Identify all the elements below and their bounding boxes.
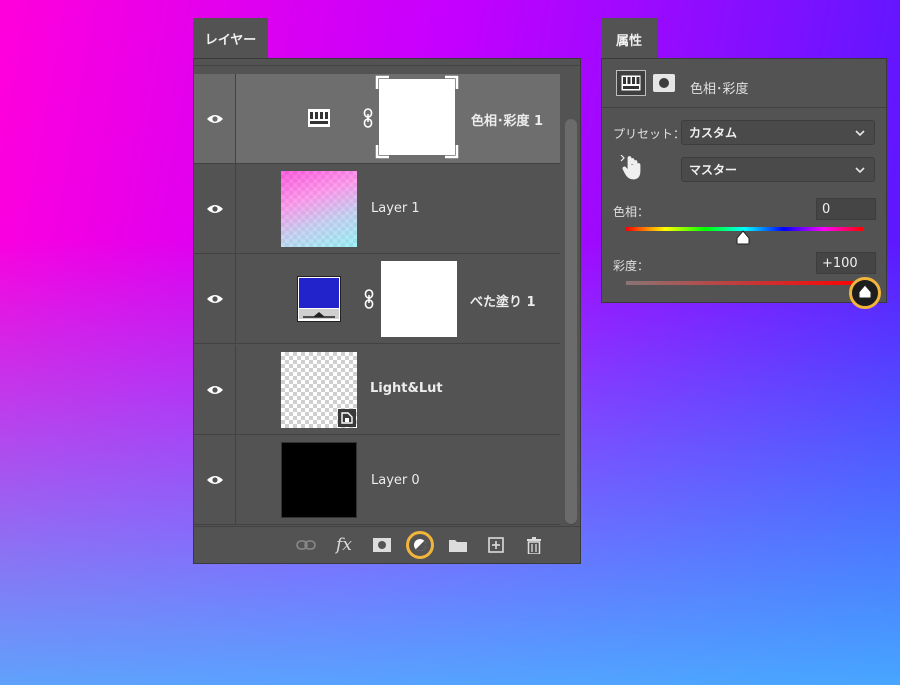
hand-scrubby-icon <box>620 154 641 180</box>
visibility-toggle[interactable] <box>194 345 236 434</box>
layer-content: 色相･彩度 1 <box>236 74 560 163</box>
chain-link-icon[interactable] <box>364 289 374 309</box>
visibility-toggle[interactable] <box>194 74 236 163</box>
layer-name[interactable]: Layer 1 <box>371 201 420 216</box>
preset-dropdown[interactable]: カスタム <box>681 120 875 145</box>
hue-input[interactable]: 0 <box>816 198 876 220</box>
layer-style-button[interactable]: fx <box>332 533 356 557</box>
visibility-toggle[interactable] <box>194 164 236 253</box>
divider <box>602 107 886 108</box>
layer-thumbnail[interactable] <box>281 171 357 247</box>
mask-selection-corners <box>375 75 459 159</box>
hue-label: 色相： <box>613 205 650 219</box>
mask-icon <box>653 74 675 92</box>
layer-row-light-lut[interactable]: Light&Lut <box>194 345 560 435</box>
link-layers-button[interactable] <box>294 533 318 557</box>
properties-tab[interactable]: 属性 <box>601 18 657 60</box>
properties-panel: 属性 色相･彩度 プリセット： カスタム マスター 色相： 0 彩度： +100 <box>601 18 887 309</box>
link-icon <box>296 540 316 550</box>
layer-name[interactable]: Light&Lut <box>370 381 443 396</box>
layer-row-layer-1[interactable]: Layer 1 <box>194 164 560 254</box>
new-adjustment-layer-button[interactable] <box>406 531 434 559</box>
eye-icon <box>206 475 223 484</box>
mask-icon <box>373 538 391 552</box>
channel-value: マスター <box>689 163 738 177</box>
layer-row-solid-fill[interactable]: べた塗り 1 <box>194 254 560 344</box>
fx-icon: fx <box>336 535 352 555</box>
channel-dropdown[interactable]: マスター <box>681 157 875 182</box>
eye-icon <box>206 204 223 213</box>
layers-tab-label: レイヤー <box>204 32 257 48</box>
eye-icon <box>206 114 223 123</box>
layer-name[interactable]: 色相･彩度 1 <box>471 110 543 129</box>
layer-name[interactable]: べた塗り 1 <box>470 291 536 310</box>
scrollbar-thumb[interactable] <box>565 119 577 524</box>
divider <box>194 65 580 66</box>
adjustment-properties-button[interactable] <box>616 70 646 96</box>
mask-properties-button[interactable] <box>653 74 675 96</box>
layers-panel: レイヤー 色相･彩度 1 Layer 1 べた塗り 1 Light&Lut La… <box>193 18 581 564</box>
preset-label: プリセット： <box>613 127 686 141</box>
properties-panel-body: 色相･彩度 プリセット： カスタム マスター 色相： 0 彩度： +100 <box>601 58 887 309</box>
chain-link-icon[interactable] <box>363 108 373 128</box>
layer-content: Layer 0 <box>236 435 560 524</box>
layer-content: べた塗り 1 <box>236 254 560 343</box>
hue-saturation-adjustment-icon <box>308 109 330 127</box>
layer-mask-thumbnail[interactable] <box>375 75 459 159</box>
layers-footer-toolbar: fx <box>194 526 580 563</box>
layer-thumbnail[interactable] <box>281 352 357 428</box>
visibility-toggle[interactable] <box>194 254 236 343</box>
new-group-button[interactable] <box>446 533 470 557</box>
saturation-slider-track[interactable] <box>626 281 863 285</box>
new-layer-icon <box>488 537 504 553</box>
eye-icon <box>206 385 223 394</box>
layer-row-hue-saturation[interactable]: 色相･彩度 1 <box>194 74 560 164</box>
layer-row-layer-0[interactable]: Layer 0 <box>194 435 560 525</box>
eye-icon <box>206 294 223 303</box>
new-layer-button[interactable] <box>484 533 508 557</box>
properties-tab-label: 属性 <box>615 33 642 49</box>
saturation-input[interactable]: +100 <box>816 252 876 274</box>
saturation-label: 彩度： <box>613 259 650 273</box>
visibility-toggle[interactable] <box>194 435 236 524</box>
layer-content: Light&Lut <box>236 345 560 434</box>
chevron-down-icon <box>855 167 865 174</box>
layer-mask-thumbnail[interactable] <box>381 261 457 337</box>
saturation-slider-handle[interactable] <box>857 284 873 300</box>
add-mask-button[interactable] <box>370 533 394 557</box>
hue-slider-handle[interactable] <box>735 230 751 246</box>
solid-fill-thumbnail-icon[interactable] <box>297 276 341 322</box>
delete-layer-button[interactable] <box>522 533 546 557</box>
layer-thumbnail[interactable] <box>281 442 357 518</box>
properties-header-title: 色相･彩度 <box>690 82 749 97</box>
layer-content: Layer 1 <box>236 164 560 253</box>
targeted-adjustment-tool[interactable] <box>620 154 644 185</box>
layers-tab[interactable]: レイヤー <box>193 18 268 58</box>
layer-name[interactable]: Layer 0 <box>371 473 420 488</box>
layers-panel-body: 色相･彩度 1 Layer 1 べた塗り 1 Light&Lut Layer 0… <box>193 58 581 564</box>
folder-icon <box>449 540 467 552</box>
trash-icon <box>527 536 541 554</box>
preset-value: カスタム <box>689 126 738 140</box>
smart-object-badge-icon <box>338 409 356 427</box>
chevron-down-icon <box>855 130 865 137</box>
hue-saturation-adjustment-icon <box>621 75 641 91</box>
highlight-ring <box>406 531 434 559</box>
